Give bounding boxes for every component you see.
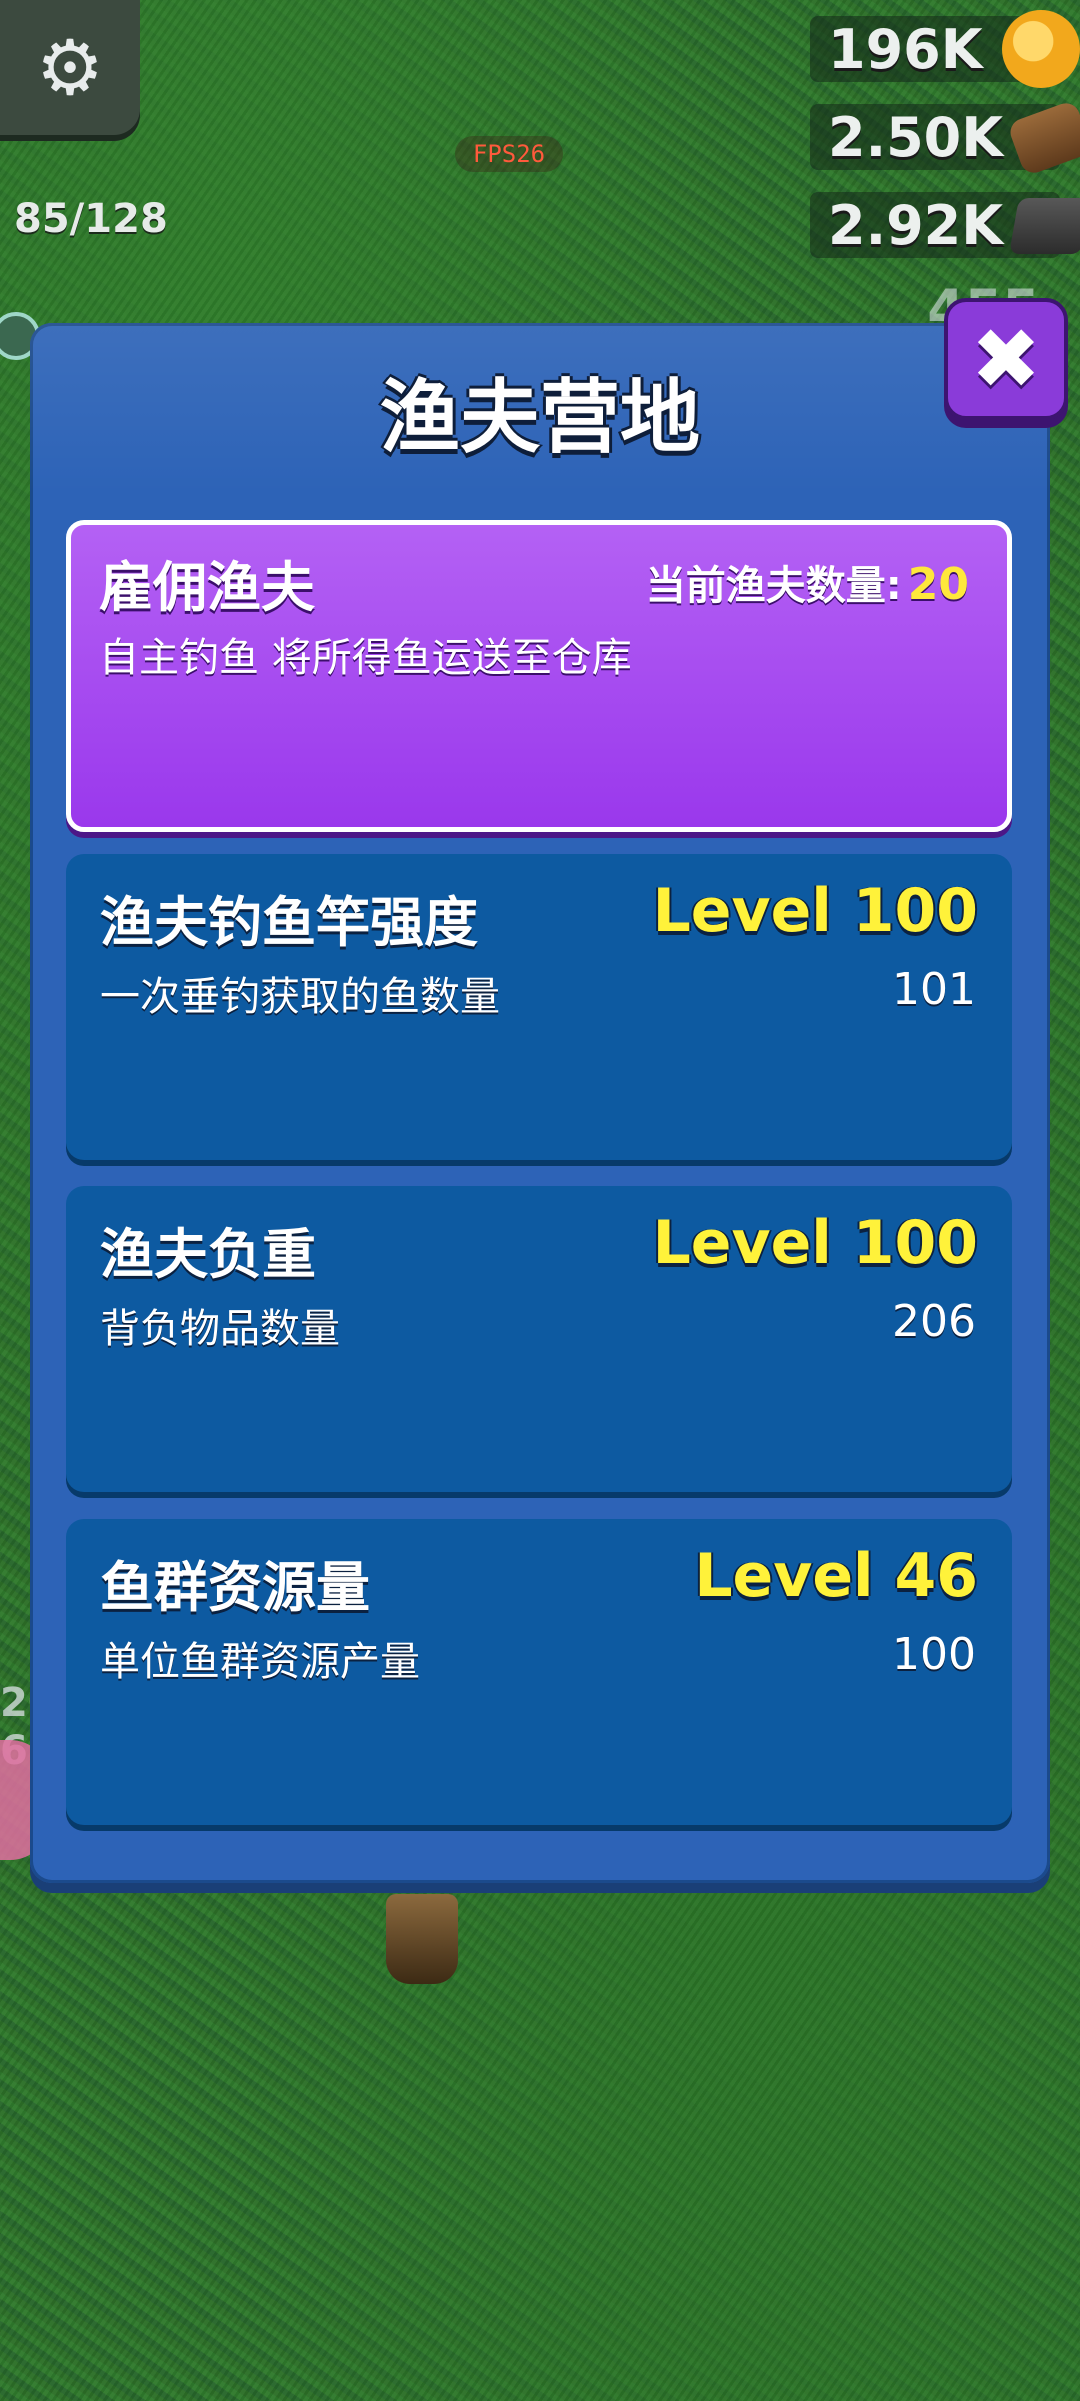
upgrade-card-fish-resource[interactable]: 鱼群资源量 Level 46 单位鱼群资源产量 100 bbox=[66, 1519, 1012, 1825]
upgrade-card-carry-weight[interactable]: 渔夫负重 Level 100 背负物品数量 206 bbox=[66, 1186, 1012, 1492]
upgrade-value: 100 bbox=[892, 1629, 976, 1680]
upgrade-value: 206 bbox=[892, 1296, 976, 1347]
upgrade-level: Level 46 bbox=[694, 1541, 978, 1611]
upgrade-title: 渔夫负重 bbox=[100, 1223, 316, 1286]
coin-icon bbox=[1002, 10, 1080, 88]
fisherman-count-value: 20 bbox=[907, 559, 969, 610]
settings-button[interactable]: ⚙ bbox=[0, 0, 140, 135]
coin-amount: 196K bbox=[828, 17, 983, 81]
tree-stump bbox=[386, 1894, 458, 1984]
wood-amount: 2.50K bbox=[828, 105, 1004, 169]
fisherman-count: 当前渔夫数量: 20 bbox=[646, 553, 969, 611]
upgrade-level: Level 100 bbox=[652, 1208, 978, 1278]
stone-amount: 2.92K bbox=[828, 193, 1004, 257]
stone-block-icon bbox=[1009, 198, 1080, 254]
close-x-icon: ✖ bbox=[970, 310, 1042, 408]
upgrade-title: 渔夫钓鱼竿强度 bbox=[100, 891, 478, 954]
dialog-title: 渔夫营地 bbox=[380, 371, 700, 464]
hire-fisherman-card[interactable]: 雇佣渔夫 当前渔夫数量: 20 自主钓鱼 将所得鱼运送至仓库 bbox=[66, 520, 1012, 832]
hire-description: 自主钓鱼 将所得鱼运送至仓库 bbox=[99, 635, 632, 681]
hire-title: 雇佣渔夫 bbox=[99, 556, 315, 619]
close-button[interactable]: ✖ bbox=[944, 298, 1068, 420]
upgrade-level: Level 100 bbox=[652, 876, 978, 946]
worker-counter: 85/128 bbox=[14, 196, 168, 242]
upgrade-description: 背负物品数量 bbox=[100, 1306, 340, 1352]
upgrade-description: 单位鱼群资源产量 bbox=[100, 1639, 420, 1685]
fps-counter: FPS26 bbox=[455, 136, 563, 172]
upgrade-description: 一次垂钓获取的鱼数量 bbox=[100, 974, 500, 1020]
upgrade-card-rod-strength[interactable]: 渔夫钓鱼竿强度 Level 100 一次垂钓获取的鱼数量 101 bbox=[66, 854, 1012, 1160]
fisherman-count-label: 当前渔夫数量: bbox=[645, 563, 902, 609]
upgrade-title: 鱼群资源量 bbox=[100, 1556, 370, 1619]
gear-icon: ⚙ bbox=[35, 22, 105, 112]
upgrade-value: 101 bbox=[892, 964, 976, 1015]
